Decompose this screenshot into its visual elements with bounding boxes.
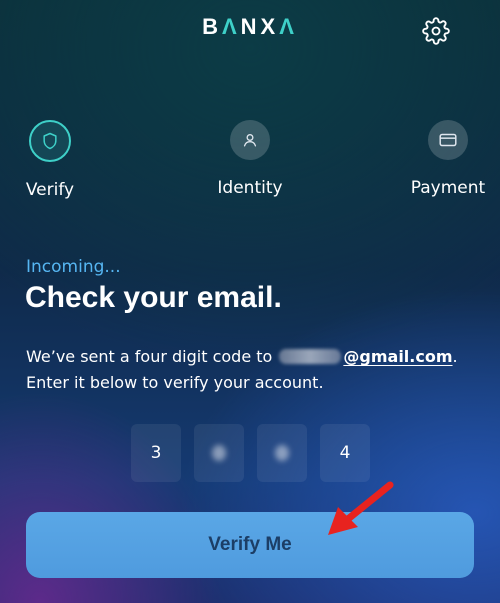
instruction-text: We’ve sent a four digit code to @gmail.c… [26,344,476,396]
step-identity: Identity [190,120,310,198]
desc-prefix: We’ve sent a four digit code to [26,347,278,366]
gear-icon[interactable] [422,17,450,45]
annotation-arrow-icon [328,481,394,535]
verify-button[interactable]: Verify Me [26,512,474,578]
code-digit-3[interactable] [257,424,307,482]
step-payment: Payment [388,120,500,198]
code-digit-4[interactable]: 4 [320,424,370,482]
user-icon [230,120,270,160]
page-title: Check your email. [25,281,282,314]
email-redaction [279,349,342,364]
code-digit-2[interactable] [194,424,244,482]
app-root: BΛNXΛ Verify Identity Payment Incoming..… [0,0,500,603]
code-digit-redaction [212,445,226,461]
shield-icon [29,120,71,162]
code-digit-redaction [275,445,289,461]
step-label: Verify [25,180,75,200]
progress-steps: Verify Identity Payment [0,120,500,210]
eyebrow-text: Incoming... [26,257,121,277]
step-label: Payment [410,178,486,198]
code-digit-1[interactable]: 3 [131,424,181,482]
email-domain: @gmail.com [343,347,453,366]
step-verify: Verify [0,120,110,200]
desc-line2: Enter it below to verify your account. [26,373,324,392]
code-input-group: 3 4 [131,424,371,484]
code-digit-value: 4 [339,443,351,463]
step-label: Identity [217,178,283,198]
code-digit-value: 3 [150,443,162,463]
card-icon [428,120,468,160]
desc-suffix: . [452,347,458,366]
